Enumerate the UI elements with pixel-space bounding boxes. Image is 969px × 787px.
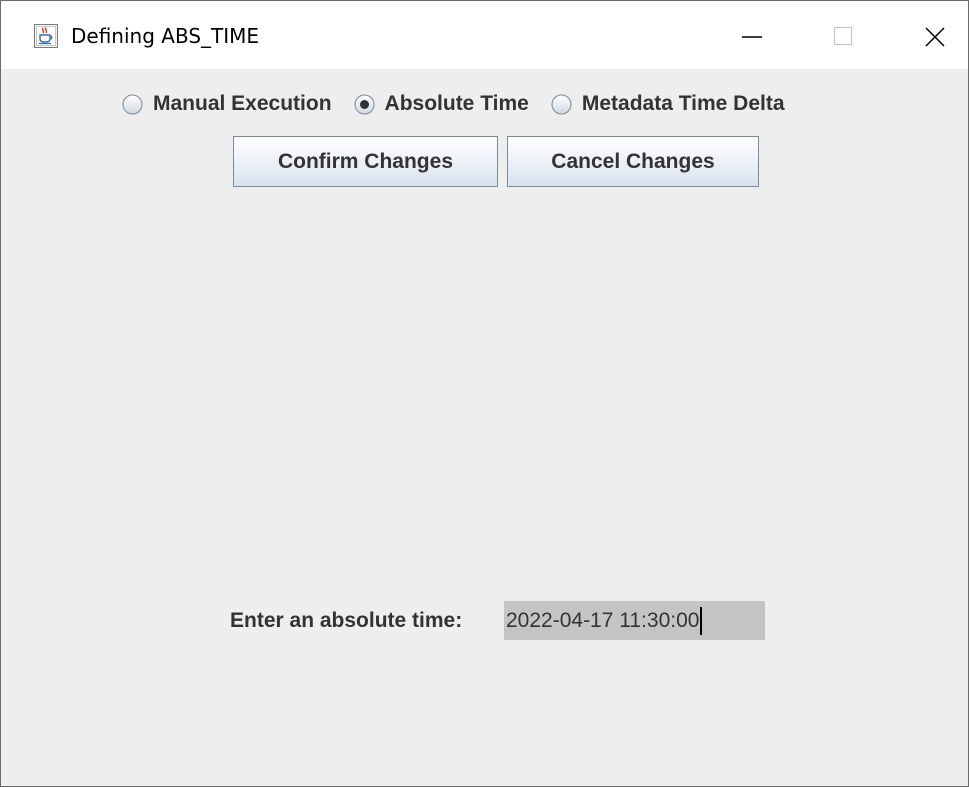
- radio-label: Manual Execution: [153, 92, 332, 115]
- absolute-time-label: Enter an absolute time:: [230, 609, 463, 632]
- cancel-changes-button[interactable]: Cancel Changes: [507, 136, 759, 187]
- java-coffee-cup-icon: [34, 24, 58, 48]
- confirm-changes-button[interactable]: Confirm Changes: [233, 136, 498, 187]
- maximize-icon: [833, 26, 853, 46]
- radio-label: Metadata Time Delta: [581, 92, 785, 115]
- radio-absolute-time[interactable]: Absolute Time: [354, 89, 529, 119]
- text-caret: [700, 606, 703, 635]
- close-icon: [925, 27, 945, 47]
- maximize-button[interactable]: [798, 1, 888, 69]
- dialog-window: Defining ABS_TIME Manual Execution Absol…: [0, 0, 969, 787]
- radio-metadata-time-delta[interactable]: Metadata Time Delta: [551, 89, 785, 119]
- minimize-button[interactable]: [706, 1, 796, 69]
- mode-radio-group: Manual Execution Absolute Time Metadata …: [122, 89, 785, 119]
- radio-unselected-icon[interactable]: [551, 94, 572, 115]
- absolute-time-value: 2022-04-17 11:30:00: [506, 608, 700, 632]
- radio-unselected-icon[interactable]: [122, 94, 143, 115]
- radio-selected-icon[interactable]: [354, 94, 375, 115]
- radio-label: Absolute Time: [384, 92, 529, 115]
- title-bar[interactable]: Defining ABS_TIME: [1, 1, 968, 69]
- radio-manual-execution[interactable]: Manual Execution: [122, 89, 332, 119]
- close-button[interactable]: [889, 1, 968, 69]
- absolute-time-input[interactable]: 2022-04-17 11:30:00: [504, 601, 765, 640]
- window-title: Defining ABS_TIME: [71, 24, 260, 48]
